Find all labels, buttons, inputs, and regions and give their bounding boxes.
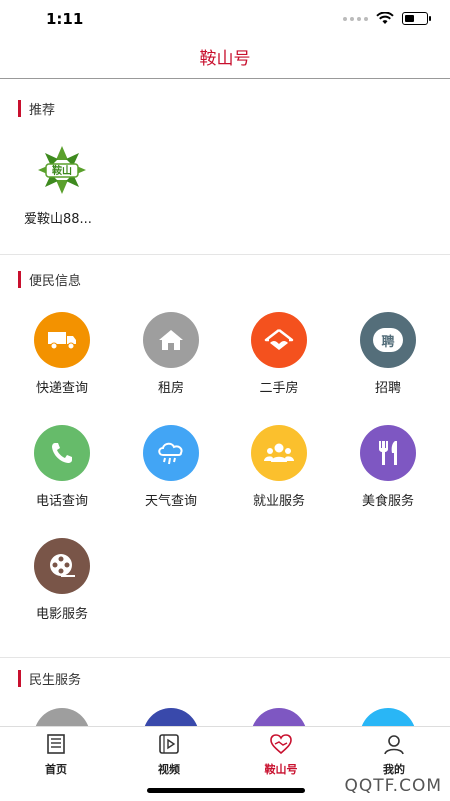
nav-bar: 鞍山号 [0, 40, 450, 79]
section-header-livelihood: 民生服务 [18, 668, 81, 688]
section-title: 推荐 [29, 102, 56, 118]
service-label: 快递查询 [35, 381, 88, 396]
anshan-logo-icon: 鞍山 [36, 144, 88, 196]
section-marker [18, 270, 21, 288]
section-title: 民生服务 [29, 672, 82, 688]
service-label: 美食服务 [361, 494, 414, 509]
page-title: 鞍山号 [199, 49, 251, 69]
status-time: 1:11 [46, 10, 84, 28]
service-phone[interactable]: 电话查询 [12, 425, 112, 509]
service-second-hand-house[interactable]: 二手房 [229, 312, 329, 396]
service-movie[interactable]: 电影服务 [12, 538, 112, 622]
fork-knife-icon [360, 425, 416, 481]
film-reel-icon [34, 538, 90, 594]
service-label: 租房 [157, 381, 184, 396]
service-label: 就业服务 [252, 494, 305, 509]
watermark: QQTF.COM [344, 776, 442, 796]
tab-label: 首页 [45, 763, 67, 776]
section-header-services: 便民信息 [18, 269, 81, 289]
video-icon [159, 734, 179, 754]
divider [0, 657, 450, 658]
service-express[interactable]: 快递查询 [12, 312, 112, 396]
recruit-icon-text: 聘 [381, 334, 395, 350]
tab-label: 我的 [383, 763, 405, 776]
service-rent[interactable]: 租房 [121, 312, 221, 396]
section-header-recommend: 推荐 [18, 98, 55, 118]
service-employment[interactable]: 就业服务 [229, 425, 329, 509]
section-title: 便民信息 [29, 273, 82, 289]
recommend-item[interactable]: 鞍山 爱鞍山88... [24, 142, 104, 227]
phone-icon [34, 425, 90, 481]
section-marker [18, 99, 21, 117]
wifi-icon [376, 12, 394, 24]
tab-anshan[interactable]: 鞍山号 [251, 733, 311, 777]
divider [0, 254, 450, 255]
people-icon [251, 425, 307, 481]
tab-label: 视频 [158, 763, 180, 776]
service-weather[interactable]: 天气查询 [121, 425, 221, 509]
handshake-house-icon [251, 312, 307, 368]
truck-icon [34, 312, 90, 368]
home-indicator [147, 788, 305, 793]
service-label: 电影服务 [35, 607, 88, 622]
recommend-item-label: 爱鞍山88... [24, 212, 92, 227]
tab-home[interactable]: 首页 [26, 733, 86, 777]
tab-label: 鞍山号 [264, 763, 298, 776]
logo-text: 鞍山 [52, 164, 72, 177]
rain-cloud-icon [143, 425, 199, 481]
service-label: 天气查询 [144, 494, 197, 509]
service-label: 招聘 [374, 381, 401, 396]
service-food[interactable]: 美食服务 [338, 425, 438, 509]
service-label: 二手房 [259, 381, 299, 396]
signal-icon [343, 16, 368, 21]
service-recruit[interactable]: 聘 招聘 [338, 312, 438, 396]
battery-icon [402, 12, 431, 25]
user-icon [384, 735, 404, 755]
recruit-bubble-icon: 聘 [360, 312, 416, 368]
heart-hands-icon [270, 734, 292, 755]
service-label: 电话查询 [35, 494, 88, 509]
newspaper-icon [47, 734, 65, 754]
house-icon [143, 312, 199, 368]
section-marker [18, 669, 21, 687]
tab-mine[interactable]: 我的 [364, 733, 424, 777]
status-icons [343, 12, 431, 25]
status-bar: 1:11 [0, 0, 450, 40]
tab-video[interactable]: 视频 [139, 733, 199, 777]
